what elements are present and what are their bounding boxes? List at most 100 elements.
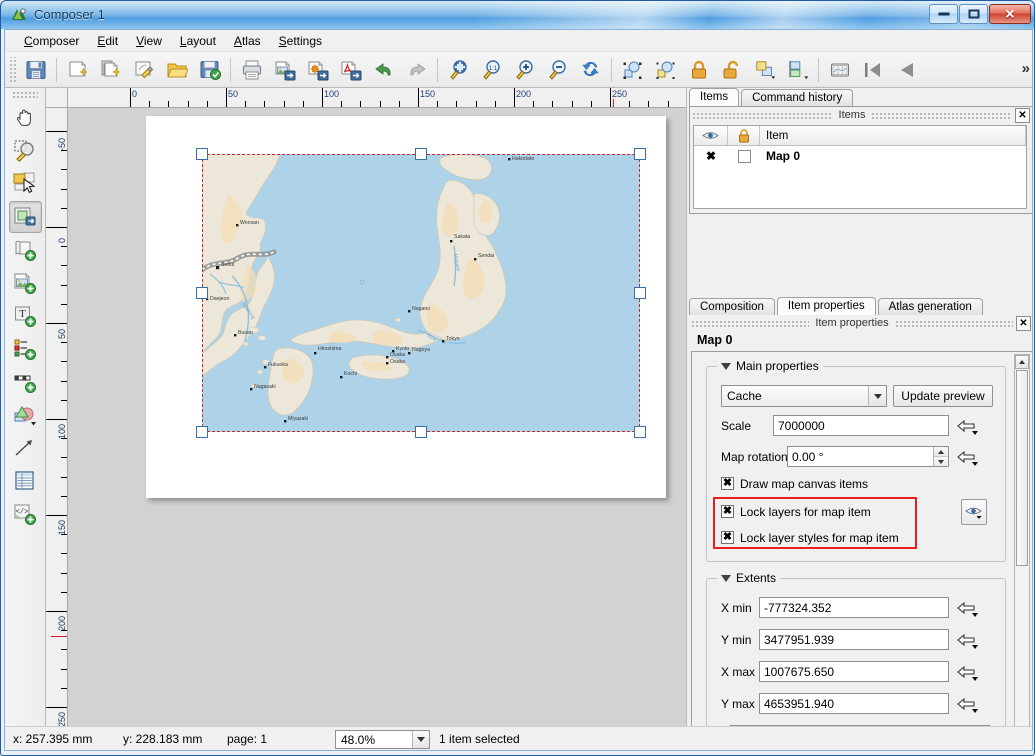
- close-button[interactable]: ✕: [989, 4, 1031, 24]
- export-pdf-button[interactable]: [335, 55, 366, 85]
- save-template-button[interactable]: [194, 55, 225, 85]
- menu-layout[interactable]: Layout: [171, 31, 225, 51]
- y-min-field[interactable]: 3477951.939: [759, 629, 949, 650]
- add-attribute-table-tool[interactable]: [9, 465, 42, 497]
- zoom-level-combo[interactable]: 48.0%: [335, 730, 430, 749]
- add-scalebar-tool[interactable]: [9, 366, 42, 398]
- add-arrow-tool[interactable]: [9, 432, 42, 464]
- export-image-button[interactable]: [269, 55, 300, 85]
- row-visibility-checkbox[interactable]: ✖: [704, 149, 718, 163]
- x-min-data-defined-button[interactable]: [955, 596, 981, 620]
- map-rotation-field[interactable]: 0.00 °: [787, 446, 949, 467]
- row-lock-checkbox[interactable]: [738, 150, 751, 163]
- undo-button[interactable]: [368, 55, 399, 85]
- item-properties-scroll-area[interactable]: Main properties Cache Update preview Sca…: [691, 351, 1033, 749]
- menu-view[interactable]: View: [127, 31, 171, 51]
- move-item-content-tool[interactable]: [9, 201, 42, 233]
- atlas-first-feature-button[interactable]: [857, 55, 888, 85]
- zoom-tool[interactable]: [9, 135, 42, 167]
- tab-command-history[interactable]: Command history: [741, 89, 853, 106]
- items-table[interactable]: Item ✖ Map 0: [693, 125, 1027, 209]
- add-shape-tool[interactable]: [9, 399, 42, 431]
- extents-group-label[interactable]: Extents: [717, 571, 780, 585]
- resize-handle-n[interactable]: [415, 148, 427, 160]
- atlas-prev-feature-button[interactable]: [890, 55, 921, 85]
- add-html-frame-tool[interactable]: </>: [9, 498, 42, 530]
- zoom-in-button[interactable]: [509, 55, 540, 85]
- map-layers-visibility-button[interactable]: [961, 499, 987, 525]
- item-properties-scrollbar[interactable]: [1014, 354, 1030, 746]
- composer-page[interactable]: Hakodate Wonsan Seoul Daejeon Busan Saka…: [146, 116, 666, 498]
- render-mode-combo[interactable]: Cache: [721, 385, 887, 407]
- lock-items-button[interactable]: [683, 55, 714, 85]
- items-panel-close-button[interactable]: ✕: [1015, 108, 1030, 123]
- x-min-field[interactable]: -777324.352: [759, 597, 949, 618]
- ungroup-items-button[interactable]: [650, 55, 681, 85]
- map-item-map0[interactable]: Hakodate Wonsan Seoul Daejeon Busan Saka…: [202, 154, 640, 432]
- resize-handle-nw[interactable]: [196, 148, 208, 160]
- scale-data-defined-button[interactable]: [955, 414, 981, 438]
- group-items-button[interactable]: [617, 55, 648, 85]
- composer-manager-button[interactable]: [128, 55, 159, 85]
- x-max-data-defined-button[interactable]: [955, 660, 981, 684]
- zoom-out-button[interactable]: [542, 55, 573, 85]
- add-new-map-tool[interactable]: [9, 234, 42, 266]
- y-max-field[interactable]: 4653951.940: [759, 693, 949, 714]
- duplicate-composer-button[interactable]: [95, 55, 126, 85]
- tab-composition[interactable]: Composition: [689, 298, 775, 315]
- tab-items[interactable]: Items: [689, 88, 739, 106]
- refresh-view-button[interactable]: [575, 55, 606, 85]
- toolbar-grip[interactable]: [8, 57, 17, 83]
- update-preview-button[interactable]: Update preview: [893, 385, 993, 407]
- collapse-triangle-icon[interactable]: [721, 575, 731, 582]
- scale-field[interactable]: 7000000: [773, 415, 949, 436]
- resize-handle-ne[interactable]: [634, 148, 646, 160]
- map-rotation-spinner[interactable]: [933, 447, 948, 466]
- print-button[interactable]: [236, 55, 267, 85]
- spin-down-button[interactable]: [934, 457, 948, 466]
- resize-handle-s[interactable]: [415, 426, 427, 438]
- align-items-button[interactable]: [782, 55, 813, 85]
- select-move-item-tool[interactable]: [9, 168, 42, 200]
- menu-atlas[interactable]: Atlas: [225, 31, 270, 51]
- composer-viewport[interactable]: Hakodate Wonsan Seoul Daejeon Busan Saka…: [68, 108, 686, 730]
- maximize-button[interactable]: [959, 4, 988, 24]
- zoom-full-button[interactable]: [443, 55, 474, 85]
- export-svg-button[interactable]: [302, 55, 333, 85]
- toolbar-overflow-button[interactable]: »: [1022, 60, 1030, 77]
- tab-atlas-generation[interactable]: Atlas generation: [878, 298, 983, 315]
- scroll-up-button[interactable]: [1015, 355, 1029, 369]
- unlock-items-button[interactable]: [716, 55, 747, 85]
- atlas-settings-button[interactable]: [824, 55, 855, 85]
- resize-handle-sw[interactable]: [196, 426, 208, 438]
- zoom-actual-button[interactable]: 1:1: [476, 55, 507, 85]
- new-composer-button[interactable]: [62, 55, 93, 85]
- item-properties-close-button[interactable]: ✕: [1016, 316, 1031, 331]
- raise-items-button[interactable]: [749, 55, 780, 85]
- left-toolbar-grip[interactable]: [12, 91, 38, 100]
- scrollbar-thumb[interactable]: [1016, 370, 1028, 566]
- items-panel-grip-right[interactable]: [871, 112, 1012, 119]
- add-legend-tool[interactable]: [9, 333, 42, 365]
- item-properties-grip-right[interactable]: [895, 320, 1013, 327]
- x-max-field[interactable]: 1007675.650: [759, 661, 949, 682]
- render-mode-dropdown-arrow[interactable]: [868, 386, 886, 406]
- main-properties-group-label[interactable]: Main properties: [717, 359, 823, 373]
- tab-item-properties[interactable]: Item properties: [777, 297, 876, 315]
- resize-handle-se[interactable]: [634, 426, 646, 438]
- redo-button[interactable]: [401, 55, 432, 85]
- spin-up-button[interactable]: [934, 447, 948, 457]
- resize-handle-e[interactable]: [634, 287, 646, 299]
- pan-tool[interactable]: [9, 102, 42, 134]
- y-min-data-defined-button[interactable]: [955, 628, 981, 652]
- lock-layer-styles-checkbox[interactable]: ✖: [721, 531, 734, 544]
- draw-map-canvas-items-checkbox[interactable]: ✖: [721, 477, 734, 490]
- menu-edit[interactable]: Edit: [88, 31, 127, 51]
- zoom-dropdown-arrow[interactable]: [412, 731, 429, 748]
- lock-layers-checkbox[interactable]: ✖: [721, 505, 734, 518]
- menu-settings[interactable]: Settings: [270, 31, 331, 51]
- add-label-tool[interactable]: T: [9, 300, 42, 332]
- collapse-triangle-icon[interactable]: [721, 363, 731, 370]
- table-row[interactable]: ✖ Map 0: [694, 146, 1026, 166]
- y-max-data-defined-button[interactable]: [955, 692, 981, 716]
